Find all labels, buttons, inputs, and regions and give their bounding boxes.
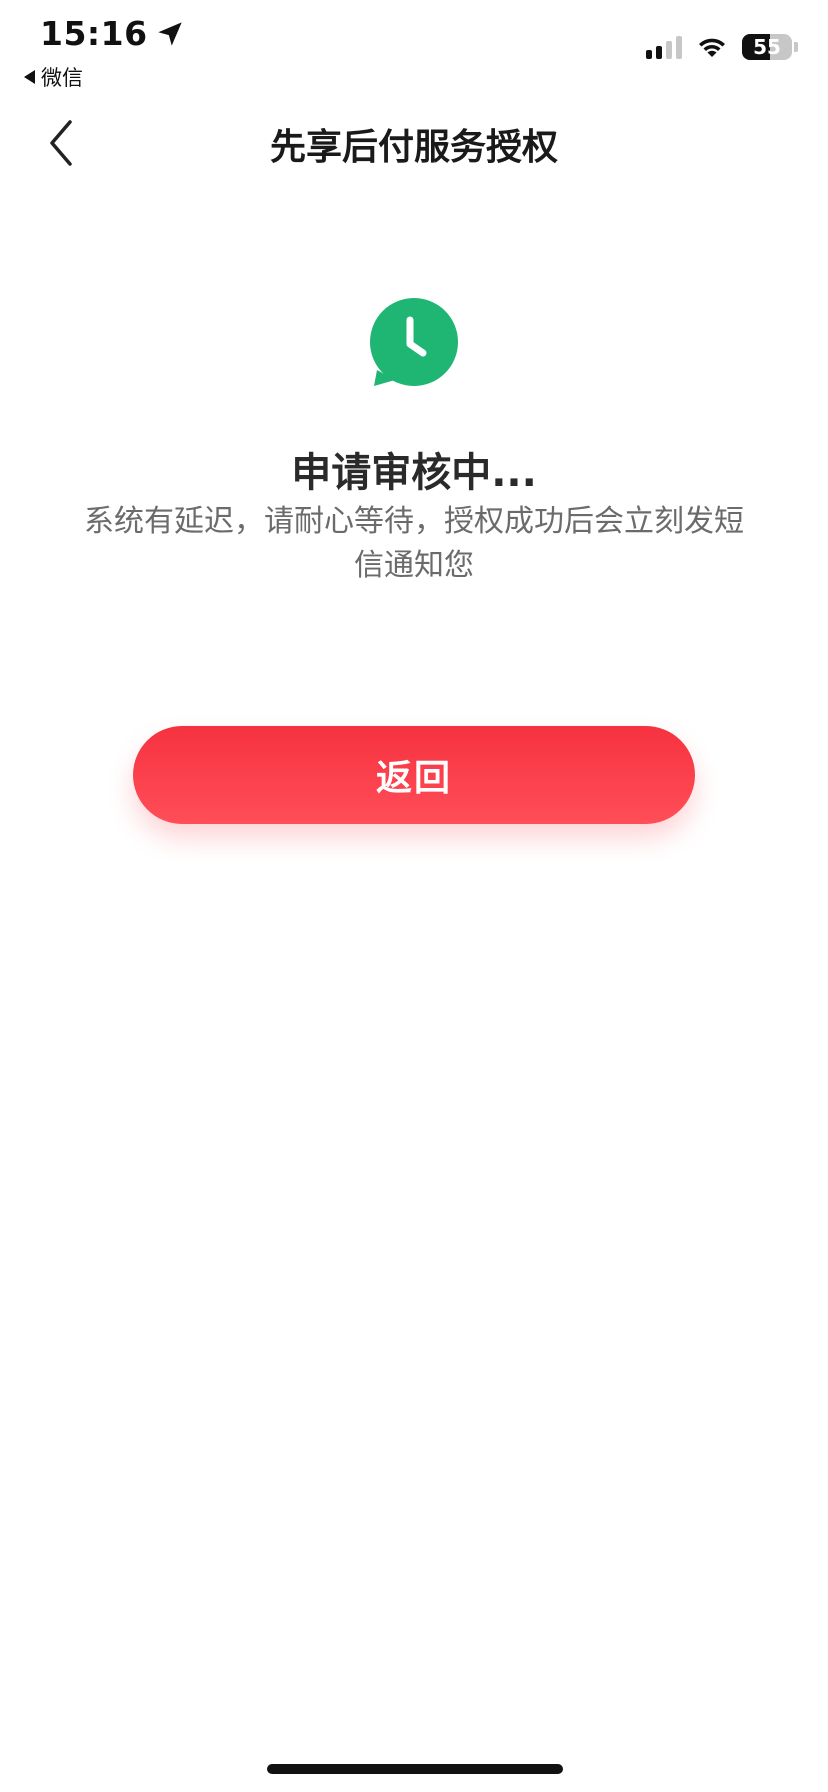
wifi-icon: [696, 35, 728, 59]
clock-chat-icon: [367, 296, 461, 390]
return-button[interactable]: 返回: [133, 726, 695, 824]
battery-percent: 55: [753, 35, 781, 59]
battery-tip: [794, 42, 798, 52]
battery-icon: 55: [742, 34, 792, 60]
page-title: 先享后付服务授权: [269, 127, 558, 168]
status-time-text: 15:16: [40, 14, 148, 53]
review-status-description: 系统有延迟，请耐心等待，授权成功后会立刻发短信通知您: [84, 504, 744, 583]
status-indicators: 55: [646, 34, 798, 60]
back-triangle-icon: [24, 70, 35, 84]
status-time: 15:16: [40, 14, 184, 53]
back-to-app-label: 微信: [41, 66, 83, 90]
back-to-app-link[interactable]: 微信: [24, 62, 83, 92]
location-arrow-icon: [157, 21, 182, 46]
cellular-signal-icon: [646, 35, 682, 59]
home-indicator[interactable]: [267, 1764, 563, 1774]
review-status-title: 申请审核中...: [291, 450, 537, 496]
